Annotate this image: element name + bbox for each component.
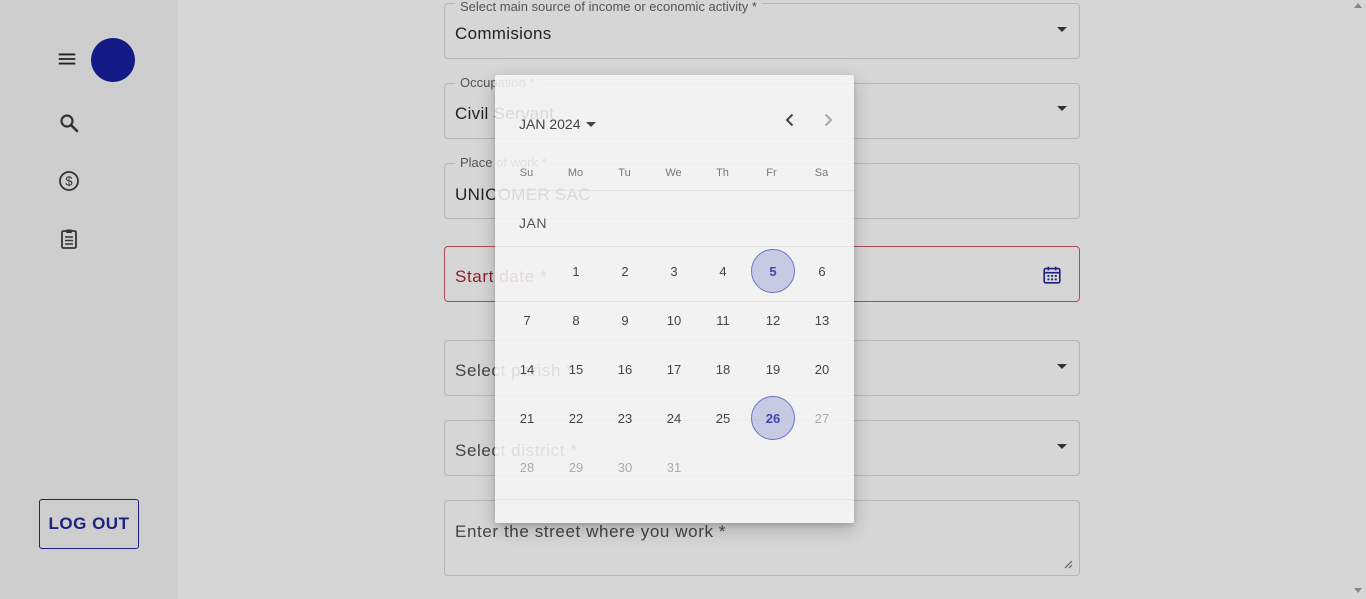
weekday-label: Th [716,167,729,179]
calendar-day[interactable]: 29 [554,445,598,489]
weekday-label: We [665,167,682,179]
calendar-day[interactable]: 26 [751,396,795,440]
scroll-up-icon[interactable] [1354,2,1362,8]
sidebar: $ LOG OUT [0,0,178,599]
date-picker-popover: JAN 2024 Su Mo Tu We Th Fr Sa JAN 123456… [495,75,854,523]
calendar-day[interactable]: 17 [652,347,696,391]
weekday-label: Sa [814,167,829,179]
month-year-switcher[interactable]: JAN 2024 [519,116,597,132]
calendar-day[interactable]: 27 [800,396,844,440]
avatar[interactable] [91,38,135,82]
calendar-day[interactable]: 23 [603,396,647,440]
calendar-icon[interactable] [1041,264,1063,286]
previous-month-button[interactable] [778,108,802,132]
chevron-down-icon [1057,364,1067,369]
search-icon[interactable] [57,111,81,135]
calendar-day[interactable]: 2 [603,249,647,293]
dropdown-arrow-icon [586,121,597,127]
calendar-day[interactable]: 28 [505,445,549,489]
calendar-day[interactable]: 5 [751,249,795,293]
calendar-day[interactable]: 25 [701,396,745,440]
divider [495,499,854,500]
month-year-label: JAN 2024 [519,116,581,132]
calendar-day[interactable]: 24 [652,396,696,440]
income-source-value: Commisions [455,24,552,43]
calendar-day[interactable]: 11 [701,298,745,342]
weekday-label: Su [519,167,534,179]
logout-button[interactable]: LOG OUT [39,499,139,549]
clipboard-icon[interactable] [57,227,81,251]
income-source-label: Select main source of income or economic… [455,0,762,14]
weekday-label: Mo [567,167,584,179]
calendar-day[interactable]: 20 [800,347,844,391]
chevron-down-icon [1057,106,1067,111]
menu-icon[interactable] [56,48,78,70]
calendar-day[interactable]: 19 [751,347,795,391]
chevron-down-icon [1057,444,1067,449]
calendar-day[interactable]: 16 [603,347,647,391]
calendar-day[interactable]: 4 [701,249,745,293]
dollar-icon[interactable]: $ [57,169,81,193]
divider [495,246,854,247]
calendar-day[interactable]: 18 [701,347,745,391]
calendar-day[interactable]: 7 [505,298,549,342]
resize-handle-icon[interactable] [1063,559,1073,569]
weekday-label: Tu [618,167,631,179]
calendar-day[interactable]: 1 [554,249,598,293]
calendar-day[interactable]: 21 [505,396,549,440]
calendar-day[interactable]: 14 [505,347,549,391]
calendar-day[interactable]: 6 [800,249,844,293]
scroll-down-icon[interactable] [1354,588,1362,594]
calendar-day[interactable]: 13 [800,298,844,342]
calendar-day[interactable]: 15 [554,347,598,391]
street-placeholder: Enter the street where you work * [455,522,727,541]
calendar-day[interactable]: 22 [554,396,598,440]
calendar-day[interactable]: 8 [554,298,598,342]
calendar-day[interactable]: 12 [751,298,795,342]
calendar-day[interactable]: 3 [652,249,696,293]
calendar-day[interactable]: 30 [603,445,647,489]
calendar-day[interactable]: 9 [603,298,647,342]
svg-text:$: $ [65,174,73,189]
weekday-label: Fr [766,167,777,179]
weekday-header: Su Mo Tu We Th Fr Sa [495,163,854,191]
calendar-day[interactable]: 31 [652,445,696,489]
chevron-down-icon [1057,27,1067,32]
calendar-month-name: JAN [519,215,547,231]
calendar-day[interactable]: 10 [652,298,696,342]
income-source-select[interactable]: Select main source of income or economic… [444,0,1080,59]
next-month-button[interactable] [816,108,840,132]
